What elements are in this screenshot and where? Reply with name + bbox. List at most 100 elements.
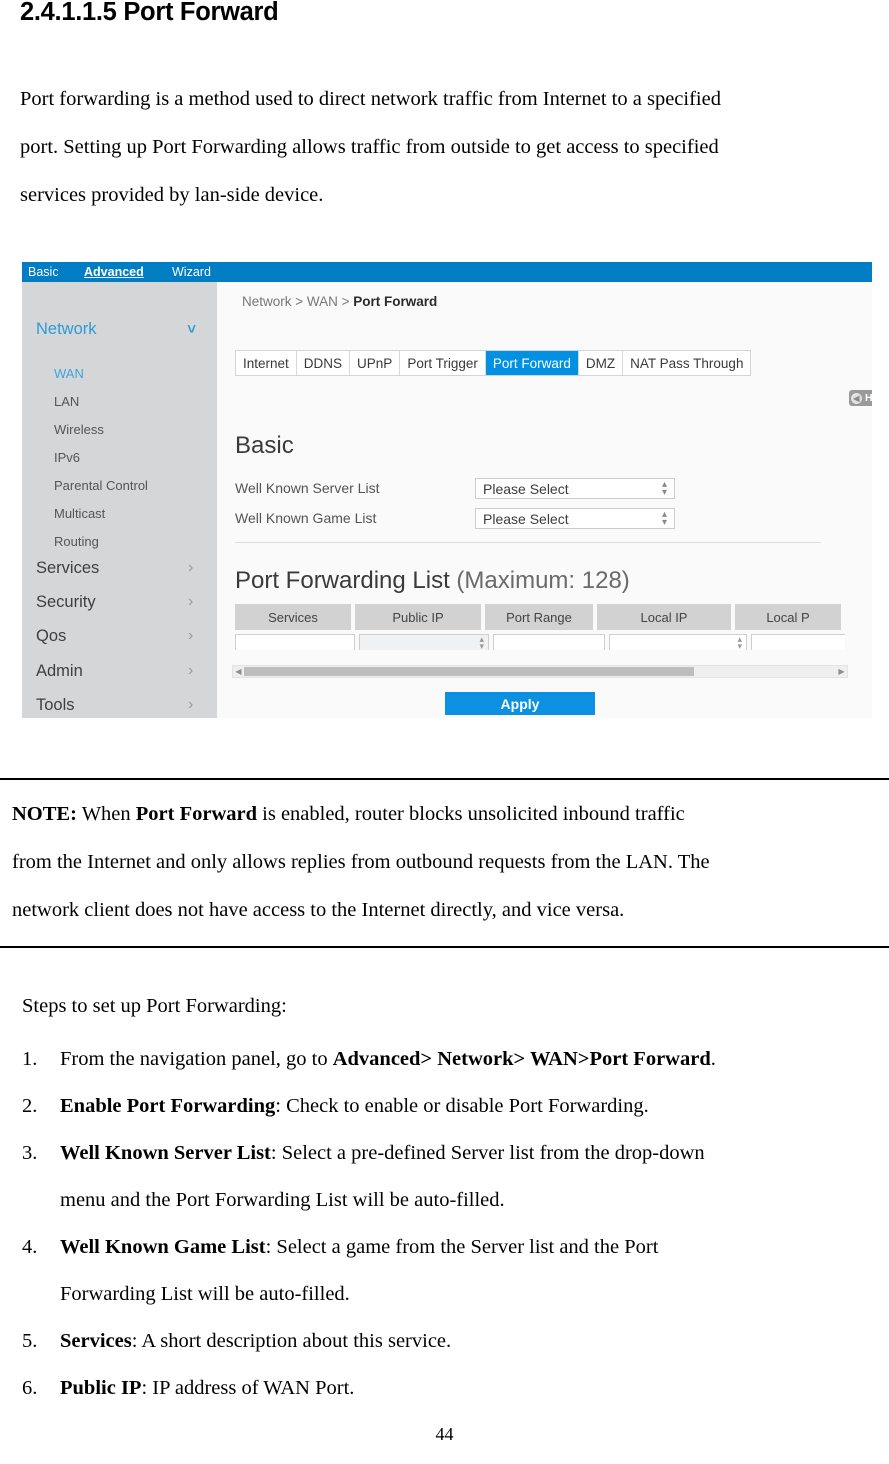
chevron-right-icon: › [188, 662, 194, 679]
sidebar-item-ipv6[interactable]: IPv6 [54, 450, 80, 465]
step-1-number: 1. [22, 1048, 38, 1070]
cell-services-input[interactable] [235, 634, 355, 650]
spinner-icon: ▴ ▾ [661, 479, 667, 498]
scroll-right-arrow-icon[interactable]: ▶ [836, 667, 847, 676]
note-box: NOTE: When Port Forward is enabled, rout… [0, 778, 889, 948]
breadcrumb-root[interactable]: Network [242, 294, 292, 309]
breadcrumb-sep-2: > [337, 294, 354, 309]
tab-dmz[interactable]: DMZ [578, 351, 624, 375]
wan-tabstrip: Internet DDNS UPnP Port Trigger Port For… [235, 350, 752, 376]
sidebar-item-multicast[interactable]: Multicast [54, 506, 105, 521]
router-topbar: Basic Advanced Wizard [22, 262, 872, 282]
spinner-icon: ▴ ▾ [661, 509, 667, 528]
help-button[interactable]: ◀ HELP [849, 390, 872, 406]
document-page: 2.4.1.1.5 Port Forward Port forwarding i… [0, 0, 889, 1464]
cell-port-range-input[interactable] [493, 634, 605, 650]
step-5-bold: Services [60, 1330, 132, 1352]
note-line-1-b: is enabled, router blocks unsolicited in… [257, 803, 685, 825]
cell-local-ip-select[interactable]: ▴ ▾ [609, 634, 747, 650]
step-4-bold: Well Known Game List [60, 1236, 266, 1258]
intro-line-3: services provided by lan-side device. [20, 184, 324, 206]
sidebar-item-parental-control[interactable]: Parental Control [54, 478, 148, 493]
tab-upnp[interactable]: UPnP [350, 351, 401, 375]
step-6-number: 6. [22, 1377, 38, 1399]
router-ui-screenshot: Basic Advanced Wizard Network ˅ WAN LAN … [22, 262, 872, 718]
sidebar-group-qos[interactable]: Qos › [36, 627, 206, 646]
chevron-right-icon: › [188, 559, 194, 576]
cell-local-port-input[interactable] [751, 634, 845, 650]
step-1-plain: From the navigation panel, go to [60, 1048, 333, 1070]
cell-public-ip-select[interactable]: ▴ ▾ [359, 634, 489, 650]
sidebar-group-tools[interactable]: Tools › [36, 696, 206, 715]
step-1-bold: Advanced> Network> WAN>Port Forward [332, 1048, 711, 1070]
step-2-text: Enable Port Forwarding: Check to enable … [60, 1083, 882, 1130]
step-3-tail: : Select a pre-defined Server list from … [270, 1142, 705, 1164]
well-known-server-list-select[interactable]: Please Select ▴ ▾ [475, 478, 675, 499]
topbar-tab-basic[interactable]: Basic [28, 264, 59, 280]
well-known-server-list-value: Please Select [483, 481, 569, 497]
step-6-tail: : IP address of WAN Port. [141, 1377, 355, 1399]
breadcrumb-level2[interactable]: WAN [307, 294, 338, 309]
note-line-1-bold: Port Forward [135, 803, 258, 825]
sidebar-group-security-label: Security [36, 593, 96, 611]
well-known-game-list-value: Please Select [483, 511, 569, 527]
basic-section-title: Basic [235, 432, 294, 459]
back-arrow-icon: ◀ [851, 392, 862, 404]
step-6-text: Public IP: IP address of WAN Port. [60, 1365, 882, 1412]
sidebar-item-lan[interactable]: LAN [54, 394, 79, 409]
port-forwarding-list-title-suffix: (Maximum: 128) [456, 567, 630, 594]
sidebar-group-services-label: Services [36, 559, 100, 577]
page-number: 44 [435, 1424, 454, 1444]
note-line-2: from the Internet and only allows replie… [12, 851, 710, 873]
intro-line-2: port. Setting up Port Forwarding allows … [20, 136, 719, 158]
step-3-number: 3. [22, 1142, 38, 1164]
step-5-tail: : A short description about this service… [131, 1330, 452, 1352]
scroll-left-arrow-icon[interactable]: ◀ [233, 667, 244, 676]
chevron-right-icon: › [188, 627, 194, 644]
port-forwarding-table: Services Public IP Port Range Local IP L… [235, 604, 845, 650]
tab-port-forward[interactable]: Port Forward [485, 351, 579, 375]
sidebar-item-wireless[interactable]: Wireless [54, 422, 104, 437]
step-2-number: 2. [22, 1095, 38, 1117]
help-button-label: HELP [865, 392, 872, 404]
column-header-port-range: Port Range [485, 604, 597, 630]
topbar-tab-advanced[interactable]: Advanced [84, 264, 144, 280]
step-4: 4. Well Known Game List: Select a game f… [22, 1224, 882, 1318]
sidebar-group-tools-label: Tools [36, 696, 75, 714]
scrollbar-thumb[interactable] [244, 667, 694, 676]
sidebar-item-routing[interactable]: Routing [54, 534, 99, 549]
step-2-tail: : Check to enable or disable Port Forwar… [275, 1095, 649, 1117]
well-known-game-list-select[interactable]: Please Select ▴ ▾ [475, 508, 675, 529]
sidebar-group-admin[interactable]: Admin › [36, 662, 206, 681]
steps-intro: Steps to set up Port Forwarding: [22, 995, 287, 1017]
table-horizontal-scrollbar[interactable]: ◀ ▶ [232, 665, 848, 678]
step-5-number: 5. [22, 1330, 38, 1352]
sidebar-group-security[interactable]: Security › [36, 593, 206, 612]
router-sidebar: Network ˅ WAN LAN Wireless IPv6 Parental… [22, 282, 217, 718]
step-4-tail: : Select a game from the Server list and… [265, 1236, 659, 1258]
note-line-1: NOTE: When Port Forward is enabled, rout… [12, 790, 877, 838]
table-row: ▴ ▾ ▴ ▾ [235, 634, 845, 650]
breadcrumb-sep-1: > [291, 294, 307, 309]
step-4-line-2: Forwarding List will be auto-filled. [60, 1283, 350, 1305]
sidebar-group-services[interactable]: Services › [36, 559, 206, 578]
apply-button[interactable]: Apply [445, 692, 595, 715]
port-forwarding-list-title-main: Port Forwarding List [235, 567, 450, 594]
field-well-known-server-list: Well Known Server List Please Select ▴ ▾ [235, 478, 675, 500]
table-header-row: Services Public IP Port Range Local IP L… [235, 604, 845, 630]
tab-nat-pass-through[interactable]: NAT Pass Through [623, 351, 751, 375]
step-1-text: From the navigation panel, go to Advance… [60, 1036, 882, 1083]
step-4-text: Well Known Game List: Select a game from… [60, 1224, 882, 1318]
sidebar-group-network[interactable]: Network ˅ [36, 320, 206, 339]
tab-ddns[interactable]: DDNS [296, 351, 351, 375]
step-2-bold: Enable Port Forwarding [60, 1095, 276, 1117]
tab-internet[interactable]: Internet [236, 351, 297, 375]
well-known-server-list-label: Well Known Server List [235, 480, 380, 496]
step-5: 5. Services: A short description about t… [22, 1318, 882, 1365]
column-header-services: Services [235, 604, 355, 630]
port-forwarding-list-title: Port Forwarding List (Maximum: 128) [235, 567, 630, 595]
step-6-bold: Public IP [60, 1377, 142, 1399]
tab-port-trigger[interactable]: Port Trigger [400, 351, 486, 375]
topbar-tab-wizard[interactable]: Wizard [172, 264, 211, 280]
sidebar-item-wan[interactable]: WAN [54, 366, 84, 381]
